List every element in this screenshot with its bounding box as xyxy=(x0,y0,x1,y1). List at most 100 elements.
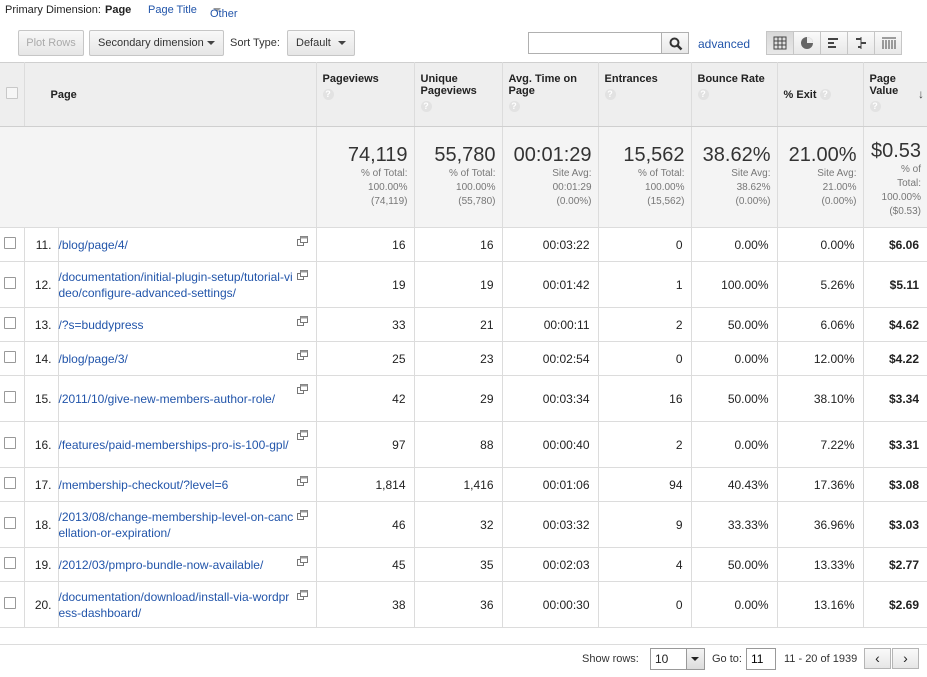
page-link[interactable]: /2012/03/pmpro-bundle-now-available/ xyxy=(59,557,296,573)
previous-page-button[interactable]: ‹ xyxy=(864,648,891,669)
pageviews-cell: 45 xyxy=(316,547,415,582)
search-button[interactable] xyxy=(661,32,689,54)
external-link-icon[interactable] xyxy=(296,384,308,394)
page-cell: /membership-checkout/?level=6 xyxy=(58,467,317,502)
exit-cell: 38.10% xyxy=(777,375,864,422)
page-link[interactable]: /features/paid-memberships-pro-is-100-gp… xyxy=(59,437,296,453)
external-link-icon[interactable] xyxy=(296,590,308,600)
dropdown-button[interactable] xyxy=(686,649,704,669)
summary-percent: 38.62% xyxy=(736,182,771,193)
summary-percent: 100.00% xyxy=(881,192,922,203)
row-checkbox[interactable] xyxy=(4,351,16,363)
help-icon[interactable]: ? xyxy=(322,88,334,100)
row-checkbox[interactable] xyxy=(4,237,16,249)
row-checkbox[interactable] xyxy=(4,317,16,329)
page-link[interactable]: /documentation/initial-plugin-setup/tuto… xyxy=(59,269,296,301)
external-link-icon[interactable] xyxy=(296,430,308,440)
column-header-pageviews[interactable]: Pageviews? xyxy=(316,62,415,127)
external-link-icon[interactable] xyxy=(296,350,308,360)
plot-rows-button[interactable]: Plot Rows xyxy=(18,30,84,56)
column-header-avg-time[interactable]: Avg. Time on Page? xyxy=(502,62,599,127)
row-checkbox[interactable] xyxy=(4,477,16,489)
summary-avg-time: 00:01:29 Site Avg: 00:01:29 (0.00%) xyxy=(502,126,599,228)
page-link[interactable]: /documentation/download/install-via-word… xyxy=(59,589,296,621)
goto-page-input[interactable] xyxy=(746,648,776,670)
bounce-rate-cell: 100.00% xyxy=(691,261,778,308)
help-icon[interactable]: ? xyxy=(869,100,881,112)
avg-time-cell: 00:02:54 xyxy=(502,341,599,376)
external-link-icon[interactable] xyxy=(296,236,308,246)
avg-time-cell: 00:00:30 xyxy=(502,581,599,628)
summary-caption: Site Avg: xyxy=(731,168,771,179)
page-link[interactable]: /?s=buddypress xyxy=(59,317,296,333)
row-checkbox[interactable] xyxy=(4,517,16,529)
next-page-button[interactable]: › xyxy=(892,648,919,669)
page-link[interactable]: /blog/page/4/ xyxy=(59,237,296,253)
summary-total: (0.00%) xyxy=(556,196,592,207)
external-link-icon[interactable] xyxy=(296,316,308,326)
page-value-cell: $3.08 xyxy=(863,467,927,502)
page-link[interactable]: /2013/08/change-membership-level-on-canc… xyxy=(59,509,296,541)
secondary-dimension-dropdown[interactable]: Secondary dimension xyxy=(89,30,224,56)
search-input[interactable] xyxy=(528,32,662,54)
column-header-page[interactable]: Page xyxy=(24,62,317,127)
external-link-icon[interactable] xyxy=(296,476,308,486)
bounce-rate-cell: 33.33% xyxy=(691,501,778,548)
advanced-search-link[interactable]: advanced xyxy=(698,37,750,51)
sort-type-dropdown[interactable]: Default xyxy=(287,30,355,56)
dimension-option-other[interactable]: Other xyxy=(210,4,238,20)
column-exit-label: % Exit xyxy=(783,88,817,101)
summary-label-cell xyxy=(0,126,317,228)
page-value-cell: $2.69 xyxy=(863,581,927,628)
bounce-rate-cell: 0.00% xyxy=(691,421,778,468)
row-checkbox[interactable] xyxy=(4,557,16,569)
help-icon[interactable]: ? xyxy=(819,89,831,101)
page-link[interactable]: /membership-checkout/?level=6 xyxy=(59,477,296,493)
help-icon[interactable]: ? xyxy=(420,100,432,112)
row-checkbox[interactable] xyxy=(4,277,16,289)
select-all-checkbox[interactable] xyxy=(5,87,18,99)
column-header-entrances[interactable]: Entrances? xyxy=(598,62,692,127)
dimension-option-page-title[interactable]: Page Title xyxy=(148,4,197,16)
external-link-icon[interactable] xyxy=(296,556,308,566)
row-checkbox[interactable] xyxy=(4,597,16,609)
column-header-exit[interactable]: % Exit ? xyxy=(777,62,864,127)
row-checkbox[interactable] xyxy=(4,391,16,403)
external-link-icon[interactable] xyxy=(296,510,308,520)
pageviews-cell: 19 xyxy=(316,261,415,308)
row-index: 11. xyxy=(24,227,59,262)
exit-cell: 5.26% xyxy=(777,261,864,308)
column-header-page-value[interactable]: Page Value? ↓ xyxy=(863,62,927,127)
summary-total: (74,119) xyxy=(371,196,408,207)
page-cell: /blog/page/3/ xyxy=(58,341,317,376)
row-checkbox-cell xyxy=(0,467,25,502)
avg-time-cell: 00:03:34 xyxy=(502,375,599,422)
entrances-cell: 94 xyxy=(598,467,692,502)
external-link-icon[interactable] xyxy=(296,270,308,280)
dimension-option-page[interactable]: Page xyxy=(105,4,131,16)
comparison-view-button[interactable] xyxy=(847,31,875,55)
help-icon[interactable]: ? xyxy=(697,88,709,100)
secondary-dimension-label: Secondary dimension xyxy=(98,37,204,49)
help-icon[interactable]: ? xyxy=(508,100,520,112)
page-value-cell: $3.31 xyxy=(863,421,927,468)
summary-value: 55,780 xyxy=(434,144,496,166)
select-all-cell xyxy=(0,62,25,127)
data-table-view-button[interactable] xyxy=(766,31,794,55)
pivot-view-button[interactable] xyxy=(874,31,902,55)
column-header-unique-pageviews[interactable]: Unique Pageviews? xyxy=(414,62,503,127)
page-link[interactable]: /blog/page/3/ xyxy=(59,351,296,367)
show-rows-value: 10 xyxy=(655,652,669,666)
column-header-bounce-rate[interactable]: Bounce Rate? xyxy=(691,62,778,127)
show-rows-select[interactable]: 10 xyxy=(650,648,705,670)
row-checkbox[interactable] xyxy=(4,437,16,449)
column-bounce-rate-label: Bounce Rate xyxy=(697,73,765,85)
help-icon[interactable]: ? xyxy=(604,88,616,100)
pageviews-cell: 46 xyxy=(316,501,415,548)
performance-view-button[interactable] xyxy=(820,31,848,55)
table-row: 18./2013/08/change-membership-level-on-c… xyxy=(0,501,927,548)
avg-time-cell: 00:03:32 xyxy=(502,501,599,548)
pie-view-button[interactable] xyxy=(793,31,821,55)
page-link[interactable]: /2011/10/give-new-members-author-role/ xyxy=(59,391,296,407)
pageviews-cell: 97 xyxy=(316,421,415,468)
